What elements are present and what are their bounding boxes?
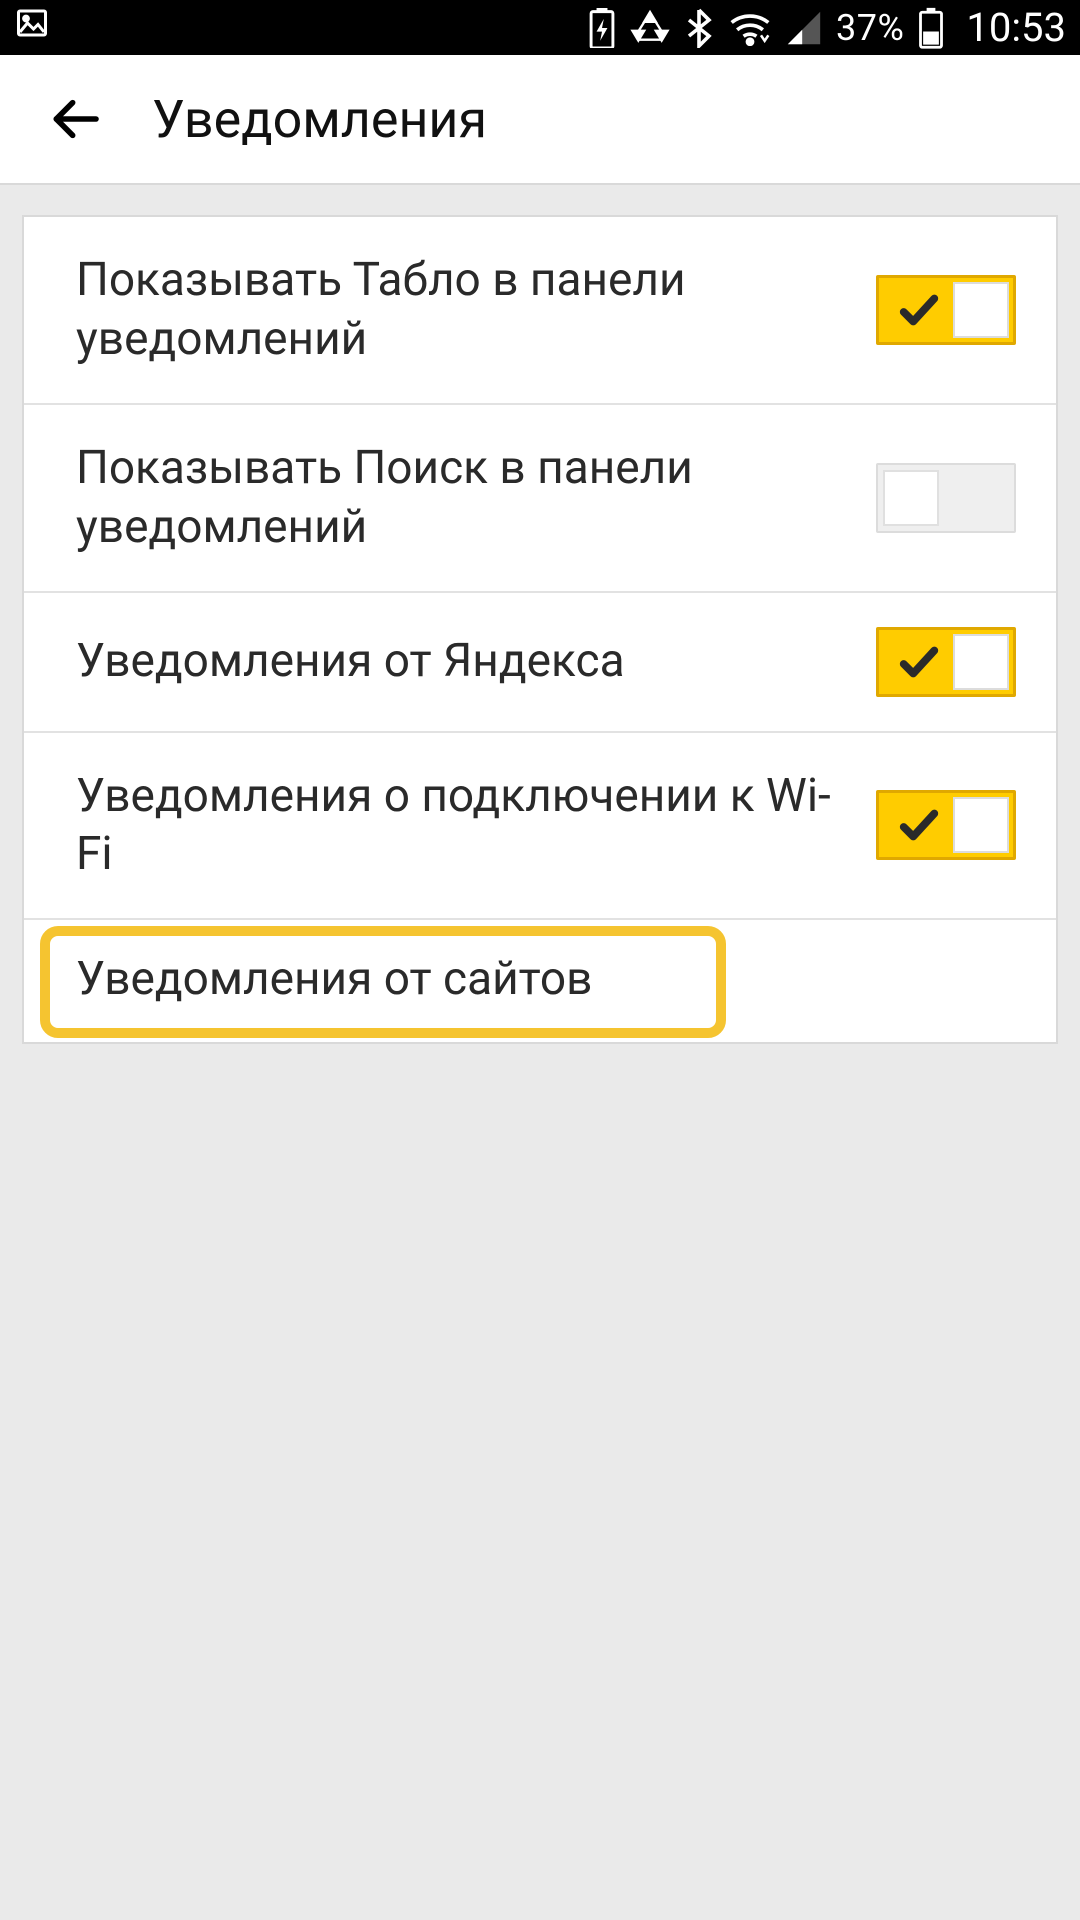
- settings-card: Показывать Табло в панели уведомлений По…: [22, 215, 1058, 1044]
- setting-label: Уведомления о подключении к Wi-Fi: [76, 767, 876, 885]
- check-icon: [896, 802, 942, 848]
- status-clock: 10:53: [966, 4, 1066, 51]
- setting-label: Показывать Табло в панели уведомлений: [76, 251, 876, 369]
- setting-row-yandex[interactable]: Уведомления от Яндекса: [24, 593, 1056, 733]
- setting-label: Уведомления от Яндекса: [76, 632, 876, 691]
- cell-signal-icon: [786, 10, 822, 46]
- app-header: Уведомления: [0, 55, 1080, 185]
- setting-row-tablo[interactable]: Показывать Табло в панели уведомлений: [24, 217, 1056, 405]
- battery-charging-icon: [588, 8, 616, 48]
- status-bar: 37% 10:53: [0, 0, 1080, 55]
- check-icon: [896, 639, 942, 685]
- battery-percentage: 37%: [836, 7, 904, 49]
- toggle-tablo[interactable]: [876, 275, 1016, 345]
- setting-row-wifi[interactable]: Уведомления о подключении к Wi-Fi: [24, 733, 1056, 921]
- setting-label: Показывать Поиск в панели уведомлений: [76, 439, 876, 557]
- toggle-yandex[interactable]: [876, 627, 1016, 697]
- setting-row-site-notifications[interactable]: Уведомления от сайтов: [24, 920, 1056, 1042]
- toggle-wifi[interactable]: [876, 790, 1016, 860]
- toggle-search[interactable]: [876, 463, 1016, 533]
- recycle-icon: [630, 8, 670, 48]
- picture-icon: [14, 5, 50, 50]
- setting-row-search[interactable]: Показывать Поиск в панели уведомлений: [24, 405, 1056, 593]
- setting-label: Уведомления от сайтов: [76, 952, 1016, 1006]
- bluetooth-icon: [684, 8, 714, 48]
- page-title: Уведомления: [152, 89, 487, 150]
- arrow-left-icon: [47, 91, 103, 147]
- back-button[interactable]: [40, 84, 110, 154]
- wifi-icon: [728, 10, 772, 46]
- check-icon: [896, 287, 942, 333]
- battery-icon: [918, 7, 944, 49]
